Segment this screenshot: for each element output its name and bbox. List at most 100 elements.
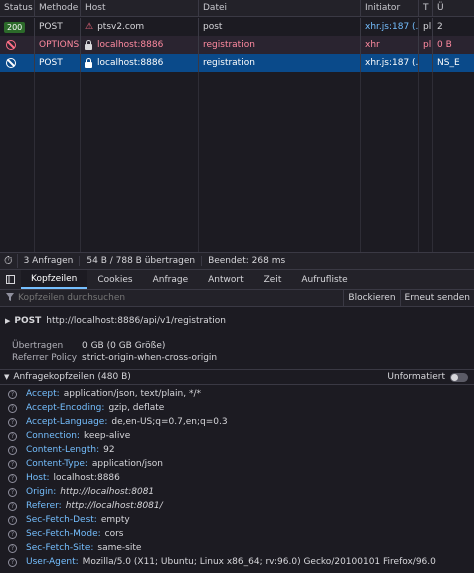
filter-icon — [6, 292, 14, 304]
request-transferred: NS_E — [432, 54, 474, 72]
column-divider — [198, 72, 199, 252]
header-row[interactable]: ? User-Agent: Mozilla/5.0 (X11; Ubuntu; Li… — [0, 555, 474, 569]
request-row[interactable]: 200 POST ⚠ ptsv2.com post xhr.js:187 (..… — [0, 18, 474, 36]
header-row[interactable]: ? Accept-Encoding: gzip, deflate — [0, 401, 474, 415]
finished-time: Beendet: 268 ms — [208, 256, 286, 266]
header-value: 92 — [103, 445, 115, 455]
header-name: Content-Type: — [26, 459, 88, 469]
help-icon[interactable]: ? — [8, 417, 17, 427]
help-icon[interactable]: ? — [8, 487, 17, 497]
help-icon[interactable]: ? — [8, 473, 17, 483]
header-value: same-site — [97, 543, 142, 553]
resend-button[interactable]: Erneut senden — [399, 290, 474, 306]
request-host: ptsv2.com — [97, 22, 145, 32]
header-value: application/json, text/plain, */* — [63, 389, 201, 399]
header-row[interactable]: ? Accept: application/json, text/plain, */… — [0, 387, 474, 401]
col-file[interactable]: Datei — [198, 0, 360, 16]
col-initiator[interactable]: Initiator — [360, 0, 418, 16]
tab-request[interactable]: Anfrage — [143, 270, 199, 289]
col-type[interactable]: T — [418, 0, 432, 16]
expand-arrow-icon[interactable]: ▶ — [5, 317, 10, 325]
headers-filter-bar: Blockieren Erneut senden — [0, 290, 474, 307]
request-transferred: 0 B — [432, 36, 474, 54]
header-value: Mozilla/5.0 (X11; Ubuntu; Linux x86_64; … — [82, 557, 436, 567]
request-headers-section[interactable]: ▼ Anfragekopfzeilen (480 B) Unformatiert — [0, 369, 474, 385]
header-value: keep-alive — [83, 431, 131, 441]
header-value: http://localhost:8081 — [60, 487, 155, 497]
request-initiator[interactable]: xhr.js:187 (... — [360, 54, 418, 72]
request-row-selected[interactable]: POST localhost:8886 registration xhr.js:… — [0, 54, 474, 72]
collapse-arrow-icon[interactable]: ▼ — [4, 373, 9, 381]
block-button[interactable]: Blockieren — [343, 290, 399, 306]
header-row[interactable]: ? Connection: keep-alive — [0, 429, 474, 443]
request-headers-title: Anfragekopfzeilen (480 B) — [13, 372, 131, 382]
help-icon[interactable]: ? — [8, 543, 17, 553]
request-transferred: 2 — [432, 18, 474, 36]
header-row[interactable]: ? Sec-Fetch-Mode: cors — [0, 527, 474, 541]
tab-stack-trace[interactable]: Aufrufliste — [291, 270, 357, 289]
request-method: POST — [34, 18, 80, 36]
header-name: Accept-Encoding: — [26, 403, 105, 413]
header-name: Sec-Fetch-Mode: — [26, 529, 101, 539]
header-name: Origin: — [26, 487, 57, 497]
header-name: Content-Length: — [26, 445, 100, 455]
header-value: application/json — [91, 459, 163, 469]
info-label: Referrer Policy — [12, 352, 78, 363]
help-icon[interactable]: ? — [8, 557, 17, 567]
request-file: post — [198, 18, 360, 36]
help-icon[interactable]: ? — [8, 515, 17, 525]
help-icon[interactable]: ? — [8, 403, 17, 413]
help-icon[interactable]: ? — [8, 529, 17, 539]
header-row[interactable]: ? Sec-Fetch-Dest: empty — [0, 513, 474, 527]
info-value: 0 GB (0 GB Größe) — [82, 340, 166, 351]
status-badge: 200 — [4, 21, 26, 33]
header-value: localhost:8886 — [53, 473, 120, 483]
request-file: registration — [198, 36, 360, 54]
header-name: Connection: — [26, 431, 80, 441]
header-row[interactable]: ? Accept-Language: de,en-US;q=0.7,en;q=0.3 — [0, 415, 474, 429]
header-row[interactable]: ? Content-Type: application/json — [0, 457, 474, 471]
header-row[interactable]: ? Content-Length: 92 — [0, 443, 474, 457]
blocked-icon — [6, 58, 16, 68]
tab-timings[interactable]: Zeit — [254, 270, 292, 289]
column-divider — [34, 72, 35, 252]
header-row[interactable]: ? Origin: http://localhost:8081 — [0, 485, 474, 499]
column-divider — [360, 72, 361, 252]
column-divider — [432, 72, 433, 252]
request-line[interactable]: ▶ POST http://localhost:8886/api/v1/regi… — [0, 313, 474, 328]
header-row[interactable]: ? Referer: http://localhost:8081/ — [0, 499, 474, 513]
help-icon[interactable]: ? — [8, 389, 17, 399]
request-row[interactable]: OPTIONS localhost:8886 registration xhr … — [0, 36, 474, 54]
header-value: gzip, deflate — [108, 403, 165, 413]
col-host[interactable]: Host — [80, 0, 198, 16]
header-row[interactable]: ? Sec-Fetch-Site: same-site — [0, 541, 474, 555]
request-count: 3 Anfragen — [18, 256, 81, 266]
header-name: Sec-Fetch-Dest: — [26, 515, 97, 525]
col-status[interactable]: Status — [0, 0, 34, 16]
help-icon[interactable]: ? — [8, 501, 17, 511]
lock-icon — [85, 57, 92, 68]
request-type: pl — [418, 18, 432, 36]
col-transferred[interactable]: Ü — [432, 0, 474, 16]
help-icon[interactable]: ? — [8, 459, 17, 469]
request-file: registration — [198, 54, 360, 72]
tab-headers[interactable]: Kopfzeilen — [21, 270, 88, 289]
header-value: cors — [104, 529, 124, 539]
tab-cookies[interactable]: Cookies — [87, 270, 142, 289]
transferred-summary: 54 B / 788 B übertragen — [80, 256, 203, 266]
col-method[interactable]: Methode — [34, 0, 80, 16]
help-icon[interactable]: ? — [8, 431, 17, 441]
request-initiator[interactable]: xhr.js:187 (... — [360, 18, 418, 36]
stopwatch-icon[interactable]: ⏱ — [0, 254, 18, 268]
help-icon[interactable]: ? — [8, 445, 17, 455]
sidebar-toggle-icon[interactable] — [0, 270, 21, 289]
request-method: OPTIONS — [34, 36, 80, 54]
raw-toggle[interactable] — [450, 372, 468, 382]
detail-tabs: Kopfzeilen Cookies Anfrage Antwort Zeit … — [0, 270, 474, 290]
request-type: pl — [418, 36, 432, 54]
header-name: Host: — [26, 473, 50, 483]
tab-response[interactable]: Antwort — [198, 270, 254, 289]
headers-search-input[interactable] — [18, 293, 344, 303]
info-label: Übertragen — [12, 340, 64, 351]
header-row[interactable]: ? Host: localhost:8886 — [0, 471, 474, 485]
